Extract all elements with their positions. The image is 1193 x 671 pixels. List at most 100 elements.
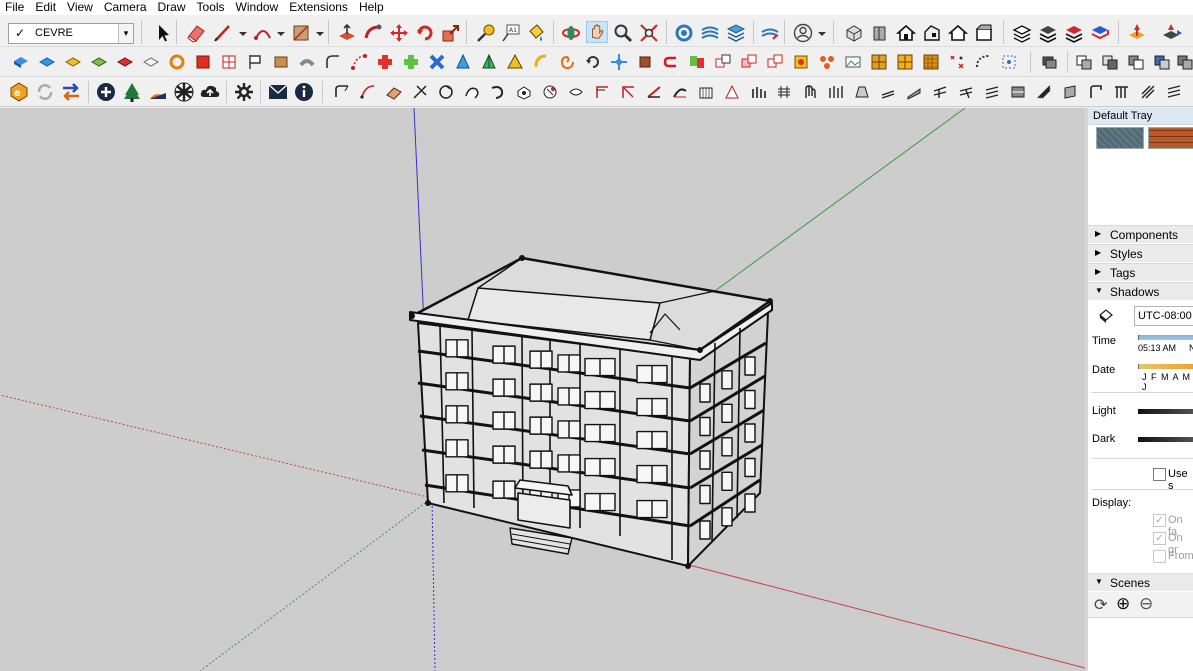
sandbox-icon[interactable] (699, 22, 721, 44)
window-blue-icon[interactable] (1153, 53, 1171, 71)
drawing-tool-15-icon[interactable] (697, 83, 715, 101)
red-square-icon[interactable] (194, 53, 212, 71)
arc-yellow-icon[interactable] (532, 53, 550, 71)
move-icon[interactable] (388, 22, 410, 44)
drawing-tool-5-icon[interactable] (437, 83, 455, 101)
drawing-tool-32-icon[interactable] (1139, 83, 1157, 101)
info-icon[interactable] (293, 81, 315, 103)
menu-help[interactable]: Help (354, 0, 390, 15)
panel-tags[interactable]: ▶ Tags (1088, 263, 1193, 281)
checker-sphere-icon[interactable] (173, 81, 195, 103)
drawing-tool-8-icon[interactable] (515, 83, 533, 101)
menu-draw[interactable]: Draw (153, 0, 192, 15)
chevron-down-icon[interactable] (272, 25, 290, 43)
terrain-icon[interactable] (759, 22, 781, 44)
sun-shade-icon[interactable] (147, 81, 169, 103)
drawing-tool-26-icon[interactable] (983, 83, 1001, 101)
layers-stack-icon[interactable] (725, 22, 747, 44)
orange-ring-icon[interactable] (168, 53, 186, 71)
refresh-icon[interactable] (34, 81, 56, 103)
chevron-down-icon[interactable] (234, 25, 252, 43)
menu-view[interactable]: View (62, 0, 99, 15)
spiral-icon[interactable] (558, 53, 576, 71)
box-pair-icon[interactable] (766, 53, 784, 71)
model-viewport[interactable] (0, 108, 1085, 671)
drawing-tool-7-icon[interactable] (489, 83, 507, 101)
scatter-points-icon[interactable] (948, 53, 966, 71)
drawing-tool-31-icon[interactable] (1113, 83, 1131, 101)
solid-tools-icon[interactable] (673, 22, 695, 44)
layer-dark-icon[interactable] (1040, 53, 1058, 71)
light-slider[interactable] (1138, 409, 1193, 414)
tag-selector[interactable]: ✓ CEVRE ▾ (8, 23, 134, 44)
menu-camera[interactable]: Camera (99, 0, 153, 15)
join-shapes-icon[interactable] (688, 53, 706, 71)
drawing-tool-25-icon[interactable] (957, 83, 975, 101)
zoom-extents-icon[interactable] (638, 22, 660, 44)
xray-style-icon[interactable] (1011, 22, 1033, 44)
account-icon[interactable] (792, 22, 814, 44)
extension-warehouse-icon[interactable]: e (8, 81, 30, 103)
push-pull-icon[interactable] (336, 22, 358, 44)
tile-square-icon[interactable] (870, 53, 888, 71)
add-scene-icon[interactable]: ⊕ (1116, 594, 1130, 614)
gear-icon[interactable] (233, 81, 255, 103)
scale-icon[interactable] (440, 22, 462, 44)
window-pair-icon[interactable] (1101, 53, 1119, 71)
drawing-tool-6-icon[interactable] (463, 83, 481, 101)
section-display-icon[interactable] (1160, 22, 1182, 44)
shaded-style-icon[interactable] (1063, 22, 1085, 44)
yellow-slab-icon[interactable] (64, 53, 82, 71)
transfer-icon[interactable] (60, 81, 82, 103)
section-plane-icon[interactable] (1126, 22, 1148, 44)
dot-grid-icon[interactable] (1000, 53, 1018, 71)
red-cross-icon[interactable] (376, 53, 394, 71)
rotate-copy-icon[interactable] (584, 53, 602, 71)
dark-slider[interactable] (1138, 437, 1193, 442)
cone-icon[interactable] (454, 53, 472, 71)
green-cross-icon[interactable] (402, 53, 420, 71)
drawing-tool-33-icon[interactable] (1165, 83, 1183, 101)
blue-slab-icon[interactable] (38, 53, 56, 71)
dotted-arc-icon[interactable] (974, 53, 992, 71)
chevron-down-icon[interactable]: ▾ (118, 24, 133, 43)
menu-edit[interactable]: Edit (30, 0, 62, 15)
blue-x-icon[interactable] (428, 53, 446, 71)
drawing-tool-1-icon[interactable] (333, 83, 351, 101)
orbit-icon[interactable] (560, 22, 582, 44)
array-icon[interactable] (610, 53, 628, 71)
flowers-icon[interactable] (818, 53, 836, 71)
iso-view-icon[interactable] (843, 22, 865, 44)
tile-grid-icon[interactable] (896, 53, 914, 71)
textured-style-icon[interactable] (1089, 22, 1111, 44)
drawing-tool-4-icon[interactable] (411, 83, 429, 101)
flag-icon[interactable] (246, 53, 264, 71)
drawing-tool-18-icon[interactable] (775, 83, 793, 101)
timezone-select[interactable]: UTC-08:00 (1134, 306, 1193, 326)
drawing-tool-17-icon[interactable] (749, 83, 767, 101)
grid-box-icon[interactable] (220, 53, 238, 71)
stack-boxes-icon[interactable] (740, 53, 758, 71)
select-tool-icon[interactable] (152, 22, 174, 44)
tile-checker-icon[interactable] (922, 53, 940, 71)
on-ground-checkbox[interactable]: ✓ (1153, 532, 1166, 545)
follow-me-icon[interactable] (362, 22, 384, 44)
pipe-icon[interactable] (298, 53, 316, 71)
drawing-tool-24-icon[interactable] (931, 83, 949, 101)
drawing-tool-9-icon[interactable] (541, 83, 559, 101)
model-canvas[interactable] (0, 108, 1085, 671)
curve-tool-icon[interactable] (324, 53, 342, 71)
drawing-tool-27-icon[interactable] (1009, 83, 1027, 101)
drawing-tool-19-icon[interactable] (801, 83, 819, 101)
panel-styles[interactable]: ▶ Styles (1088, 244, 1193, 262)
panel-shadows[interactable]: ▼ Shadows (1088, 282, 1193, 300)
undo-curve-icon[interactable] (662, 53, 680, 71)
warning-triangle-icon[interactable] (506, 53, 524, 71)
drawing-tool-22-icon[interactable] (879, 83, 897, 101)
refresh-scenes-icon[interactable]: ⟳ (1094, 595, 1107, 615)
window-stack-icon[interactable] (1075, 53, 1093, 71)
add-circle-icon[interactable] (95, 81, 117, 103)
material-swatch-stone[interactable] (1096, 127, 1144, 149)
chevron-down-icon[interactable] (311, 25, 329, 43)
panel-scenes[interactable]: ▼ Scenes (1088, 573, 1193, 591)
